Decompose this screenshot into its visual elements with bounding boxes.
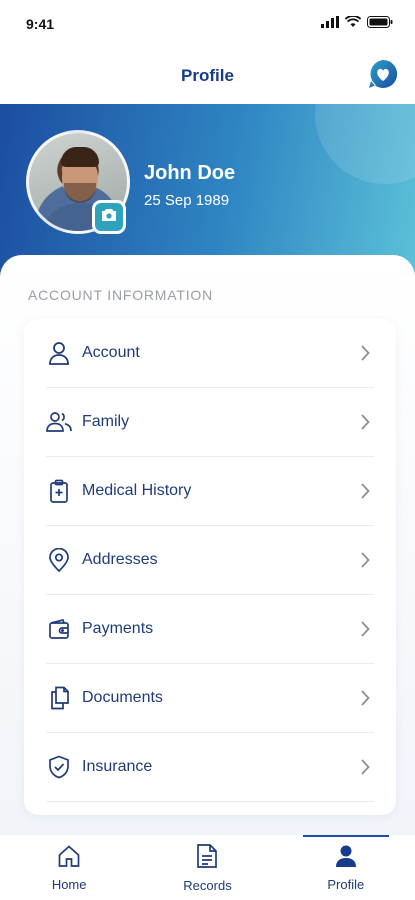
menu-item-family[interactable]: Family	[46, 388, 374, 457]
wifi-icon	[344, 15, 362, 33]
nav-profile[interactable]: Profile	[277, 835, 415, 900]
menu-item-account[interactable]: Account	[46, 319, 374, 388]
chevron-right-icon	[356, 689, 374, 707]
nav-records[interactable]: Records	[138, 835, 276, 900]
menu-item-label: Addresses	[82, 551, 158, 568]
top-bar: Profile	[0, 48, 415, 104]
user-date-of-birth: 25 Sep 1989	[144, 192, 230, 209]
menu-item-label: Payments	[82, 620, 154, 637]
chevron-right-icon	[356, 758, 374, 776]
chat-heart-icon	[366, 57, 400, 96]
chevron-right-icon	[356, 482, 374, 500]
documents-icon	[46, 685, 72, 711]
bottom-nav: Home Records Profile	[0, 835, 415, 900]
chevron-right-icon	[356, 551, 374, 569]
menu-item-documents[interactable]: Documents	[46, 664, 374, 733]
user-name: John Doe	[144, 162, 236, 184]
page-title: Profile	[181, 66, 234, 85]
status-icons	[321, 15, 393, 33]
nav-label: Home	[51, 876, 87, 892]
wallet-icon	[46, 616, 72, 642]
menu-item-medical-history[interactable]: Medical History	[46, 457, 374, 526]
menu-item-addresses[interactable]: Addresses	[46, 526, 374, 595]
header-decoration	[315, 104, 415, 184]
menu-item-label: Documents	[82, 689, 163, 706]
menu-item-payments[interactable]: Payments	[46, 595, 374, 664]
nav-label: Profile	[327, 876, 365, 892]
menu-item-insurance[interactable]: Insurance	[46, 733, 374, 802]
chevron-right-icon	[356, 620, 374, 638]
change-photo-button[interactable]	[92, 200, 126, 234]
account-menu: Account Family Medical History Addresses…	[24, 319, 396, 815]
chevron-right-icon	[356, 413, 374, 431]
avatar-container	[26, 130, 130, 234]
nav-home[interactable]: Home	[0, 835, 138, 900]
profile-icon	[335, 844, 357, 873]
status-time: 9:41	[26, 16, 55, 32]
user-icon	[46, 340, 72, 366]
content-panel: ACCOUNT INFORMATION Account Family Medic…	[0, 255, 415, 835]
shield-check-icon	[46, 754, 72, 780]
chevron-right-icon	[356, 344, 374, 362]
nav-label: Records	[183, 877, 232, 893]
camera-icon	[101, 208, 117, 227]
clipboard-plus-icon	[46, 478, 72, 504]
records-icon	[196, 843, 218, 874]
section-title: ACCOUNT INFORMATION	[28, 287, 214, 303]
menu-item-label: Medical History	[82, 482, 192, 499]
menu-item-label: Insurance	[82, 758, 153, 775]
support-chat-button[interactable]	[365, 58, 401, 94]
home-icon	[57, 844, 81, 873]
family-icon	[46, 409, 72, 435]
menu-item-label: Account	[82, 344, 140, 361]
battery-icon	[367, 15, 393, 33]
menu-item-label: Family	[82, 413, 130, 430]
cellular-signal-icon	[321, 15, 339, 33]
status-bar: 9:41	[0, 0, 415, 48]
location-pin-icon	[46, 547, 72, 573]
